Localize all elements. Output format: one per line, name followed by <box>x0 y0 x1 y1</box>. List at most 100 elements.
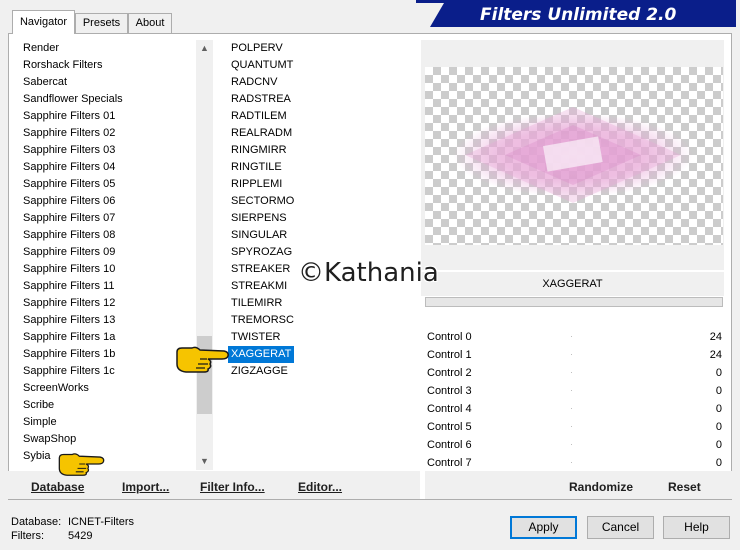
category-list[interactable]: Render Rorshack Filters Sabercat Sandflower… <box>20 40 196 470</box>
filter-list-item[interactable]: ZIGZAGGE <box>228 363 408 380</box>
cancel-button[interactable]: Cancel <box>587 516 654 539</box>
control-value: 0 <box>715 367 722 379</box>
filter-list-item[interactable]: RINGTILE <box>228 159 408 176</box>
control-slider-marker[interactable] <box>571 444 572 445</box>
category-list-item[interactable]: Sapphire Filters 08 <box>20 227 196 244</box>
filter-list-item[interactable]: TWISTER <box>228 329 408 346</box>
control-row[interactable]: Control 1 24 <box>421 346 724 364</box>
control-value: 0 <box>715 421 722 433</box>
control-label: Control 0 <box>427 331 472 343</box>
tab-navigator[interactable]: Navigator <box>12 10 75 34</box>
category-list-item[interactable]: Sapphire Filters 03 <box>20 142 196 159</box>
filter-list-item[interactable]: POLPERV <box>228 40 408 57</box>
watermark: ©Kathania <box>298 258 439 288</box>
category-list-item[interactable]: Sapphire Filters 09 <box>20 244 196 261</box>
tab-presets[interactable]: Presets <box>75 13 128 33</box>
filter-list[interactable]: POLPERV QUANTUMT RADCNV RADSTREA RADTILEM REA… <box>228 40 408 380</box>
filter-list-item[interactable]: QUANTUMT <box>228 57 408 74</box>
category-list-item[interactable]: SwapShop <box>20 431 196 448</box>
category-list-item[interactable]: Sybia <box>20 448 196 465</box>
apply-button[interactable]: Apply <box>510 516 577 539</box>
control-label: Control 6 <box>427 439 472 451</box>
filter-list-item[interactable]: SIERPENS <box>228 210 408 227</box>
filter-list-item[interactable]: RADCNV <box>228 74 408 91</box>
category-list-item[interactable]: Sapphire Filters 06 <box>20 193 196 210</box>
control-row[interactable]: Control 7 0 <box>421 454 724 472</box>
control-slider-marker[interactable] <box>571 426 572 427</box>
category-list-item[interactable]: Sapphire Filters 01 <box>20 108 196 125</box>
category-list-item[interactable]: Sapphire Filters 1b <box>20 346 196 363</box>
control-label: Control 7 <box>427 457 472 469</box>
category-list-item[interactable]: Rorshack Filters <box>20 57 196 74</box>
import-button[interactable]: Import... <box>122 480 169 494</box>
category-list-item[interactable]: Simple <box>20 414 196 431</box>
filter-list-item[interactable]: SINGULAR <box>228 227 408 244</box>
category-scrollbar[interactable]: ▲ ▼ <box>196 40 213 470</box>
chevron-down-icon[interactable]: ▼ <box>196 453 213 470</box>
control-row[interactable]: Control 4 0 <box>421 400 724 418</box>
category-list-item[interactable]: Scribe <box>20 397 196 414</box>
filter-info-button[interactable]: Filter Info... <box>200 480 265 494</box>
control-label: Control 1 <box>427 349 472 361</box>
pointing-hand-icon <box>58 453 105 476</box>
category-list-item[interactable]: Sapphire Filters 11 <box>20 278 196 295</box>
control-value: 24 <box>709 331 722 343</box>
randomize-button[interactable]: Randomize <box>569 480 633 494</box>
control-slider-marker[interactable] <box>571 354 572 355</box>
control-value: 0 <box>715 439 722 451</box>
filter-list-item[interactable]: REALRADM <box>228 125 408 142</box>
control-value: 0 <box>715 385 722 397</box>
help-button[interactable]: Help <box>663 516 730 539</box>
chevron-up-icon[interactable]: ▲ <box>196 40 213 57</box>
control-value: 0 <box>715 457 722 469</box>
control-slider-marker[interactable] <box>571 372 572 373</box>
category-list-item[interactable]: Sapphire Filters 07 <box>20 210 196 227</box>
reset-button[interactable]: Reset <box>668 480 701 494</box>
category-list-item[interactable]: Sapphire Filters 1a <box>20 329 196 346</box>
filter-list-item[interactable]: RIPPLEMI <box>228 176 408 193</box>
filters-value: 5429 <box>68 530 93 542</box>
category-list-item[interactable]: ScreenWorks <box>20 380 196 397</box>
control-row[interactable]: Control 3 0 <box>421 382 724 400</box>
category-list-item[interactable]: Sapphire Filters 02 <box>20 125 196 142</box>
control-row[interactable]: Control 2 0 <box>421 364 724 382</box>
filter-list-item[interactable]: RINGMIRR <box>228 142 408 159</box>
control-row[interactable]: Control 6 0 <box>421 436 724 454</box>
filter-list-item[interactable]: TILEMIRR <box>228 295 408 312</box>
control-slider-marker[interactable] <box>571 390 572 391</box>
category-list-item[interactable]: Sapphire Filters 10 <box>20 261 196 278</box>
control-slider-marker[interactable] <box>571 408 572 409</box>
category-list-item[interactable]: Sandflower Specials <box>20 91 196 108</box>
control-label: Control 2 <box>427 367 472 379</box>
app-title: Filters Unlimited 2.0 <box>430 3 736 27</box>
category-list-item[interactable]: Sapphire Filters 1c <box>20 363 196 380</box>
control-slider-marker[interactable] <box>571 462 572 463</box>
filter-list-item[interactable]: SECTORMO <box>228 193 408 210</box>
category-list-item[interactable]: Sapphire Filters 04 <box>20 159 196 176</box>
tab-about[interactable]: About <box>128 13 172 33</box>
progress-bar <box>425 297 723 307</box>
control-row[interactable]: Control 0 24 <box>421 328 724 346</box>
filter-list-item[interactable]: TREMORSC <box>228 312 408 329</box>
control-row[interactable]: Control 5 0 <box>421 418 724 436</box>
database-value: ICNET-Filters <box>68 516 134 528</box>
category-list-item[interactable]: Sapphire Filters 05 <box>20 176 196 193</box>
filter-list-item-selected[interactable]: XAGGERAT <box>228 346 295 363</box>
category-list-item[interactable]: Render <box>20 40 196 57</box>
preview-image <box>425 67 723 245</box>
filter-list-item[interactable]: RADTILEM <box>228 108 408 125</box>
control-label: Control 3 <box>427 385 472 397</box>
control-value: 24 <box>709 349 722 361</box>
control-slider-marker[interactable] <box>571 336 572 337</box>
right-button-bar: Randomize Reset <box>425 471 732 499</box>
editor-button[interactable]: Editor... <box>298 480 342 494</box>
filter-list-item[interactable]: RADSTREA <box>228 91 408 108</box>
category-list-item[interactable]: Sapphire Filters 13 <box>20 312 196 329</box>
database-button[interactable]: Database <box>31 480 84 494</box>
control-value: 0 <box>715 403 722 415</box>
category-list-item[interactable]: Sapphire Filters 12 <box>20 295 196 312</box>
database-label: Database: <box>11 516 62 528</box>
filters-label: Filters: <box>11 530 44 542</box>
controls-panel: Control 0 24 Control 1 24 Control 2 0 Control … <box>421 328 724 472</box>
category-list-item[interactable]: Sabercat <box>20 74 196 91</box>
